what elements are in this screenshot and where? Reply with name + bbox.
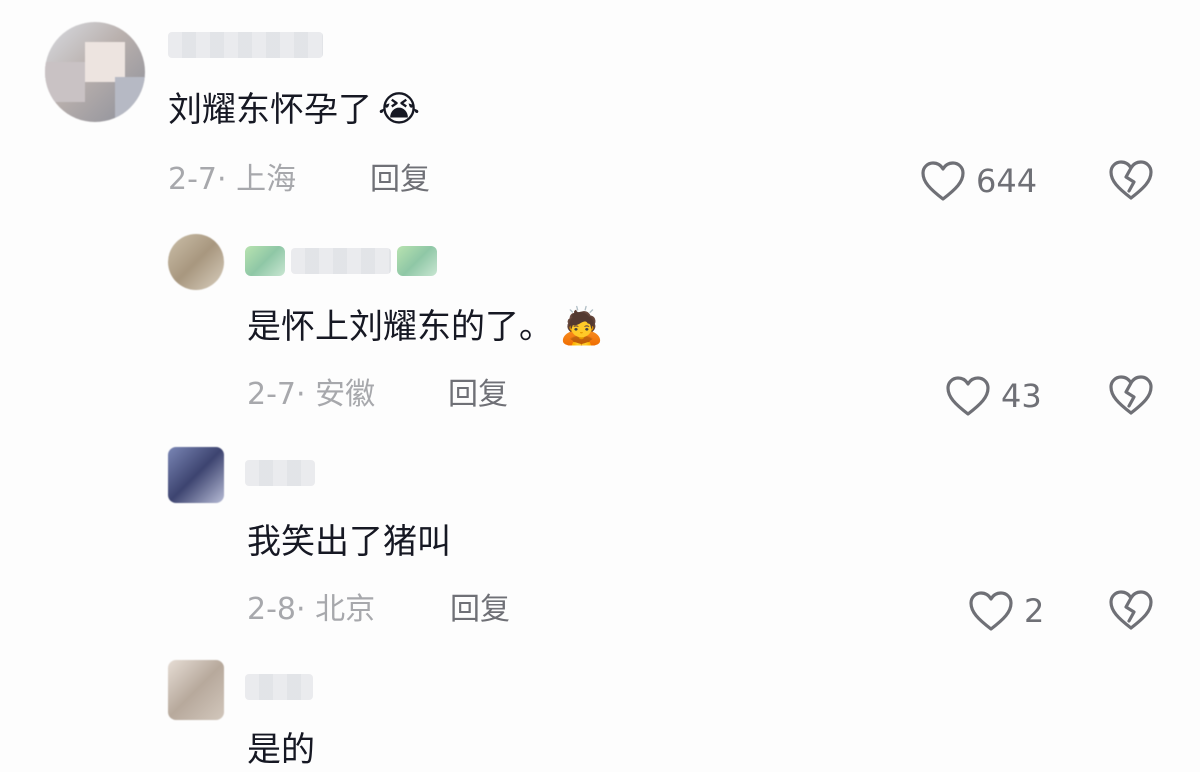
comment-location: 安徽	[315, 377, 376, 412]
comment-date: 2-8	[247, 592, 296, 627]
broken-heart-icon	[1108, 158, 1154, 202]
comment-text: 是的	[247, 728, 315, 772]
broken-heart-icon	[1108, 588, 1154, 632]
username-blurred	[245, 460, 315, 486]
comment-meta: 2-7· 上海	[168, 162, 297, 197]
like-button[interactable]: 43	[945, 375, 1042, 417]
username[interactable]	[245, 458, 315, 488]
heart-outline-icon	[920, 160, 966, 202]
username-blurred	[168, 32, 323, 58]
dislike-button[interactable]	[1108, 588, 1154, 632]
avatar[interactable]	[168, 234, 224, 290]
reply-button[interactable]: 回复	[448, 375, 508, 415]
heart-outline-icon	[968, 590, 1014, 632]
heart-outline-icon	[945, 375, 991, 417]
avatar[interactable]	[45, 22, 145, 122]
like-count: 43	[1001, 377, 1042, 415]
username[interactable]	[245, 672, 313, 702]
username-blurred	[245, 674, 313, 700]
reply-button[interactable]: 回复	[450, 590, 510, 630]
dislike-button[interactable]	[1108, 158, 1154, 202]
comment-text: 是怀上刘耀东的了。 🙇	[247, 305, 604, 349]
badge-icon	[245, 246, 285, 276]
like-count: 644	[976, 162, 1038, 200]
comment-text-content: 是怀上刘耀东的了。	[247, 307, 553, 347]
bowing-emoji: 🙇	[559, 306, 604, 347]
username-blurred	[291, 248, 391, 274]
avatar[interactable]	[168, 660, 224, 720]
username[interactable]	[168, 30, 323, 60]
like-count: 2	[1024, 592, 1045, 630]
comment-location: 北京	[315, 592, 376, 627]
broken-heart-icon	[1108, 373, 1154, 417]
reply-button[interactable]: 回复	[370, 160, 430, 200]
crying-face-emoji: 😭	[378, 89, 421, 130]
avatar[interactable]	[168, 447, 224, 503]
dislike-button[interactable]	[1108, 373, 1154, 417]
comment-text-content: 刘耀东怀孕了	[168, 90, 372, 130]
comment-text-content: 我笑出了猪叫	[247, 522, 451, 562]
like-button[interactable]: 2	[968, 590, 1044, 632]
comment-text: 刘耀东怀孕了 😭	[168, 88, 420, 132]
comment-date: 2-7	[168, 162, 217, 197]
badge-icon	[397, 246, 437, 276]
comment-meta: 2-7· 安徽	[247, 377, 376, 412]
like-button[interactable]: 644	[920, 160, 1037, 202]
comment-text-content: 是的	[247, 730, 315, 770]
comment-date: 2-7	[247, 377, 296, 412]
comment-text: 我笑出了猪叫	[247, 520, 451, 564]
comment-location: 上海	[236, 162, 297, 197]
comment-meta: 2-8· 北京	[247, 592, 376, 627]
username[interactable]	[245, 246, 437, 276]
